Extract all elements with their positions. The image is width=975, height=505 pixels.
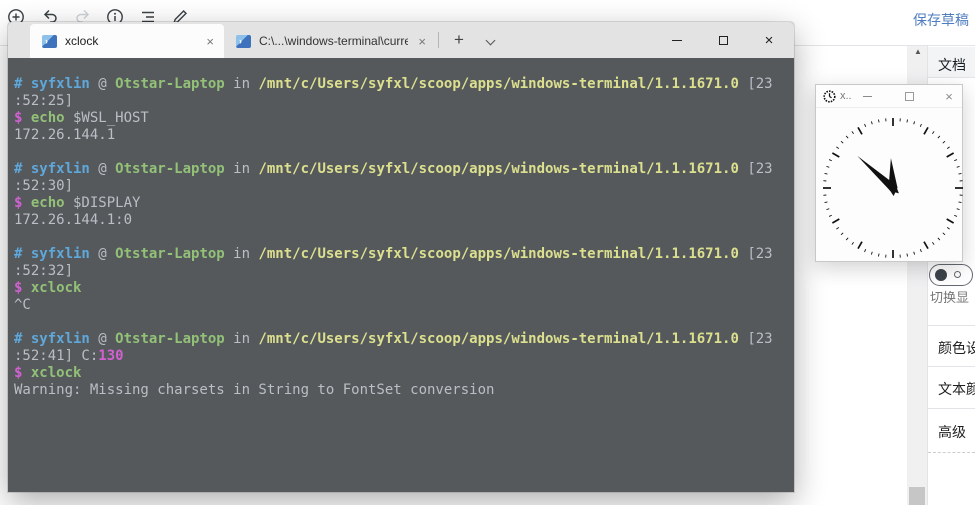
terminal-line: 172.26.144.1:0 (14, 212, 788, 229)
minimize-icon (672, 40, 682, 41)
close-button[interactable]: × (746, 22, 792, 58)
windows-terminal-window: › xclock × › C:\...\windows-terminal\cur… (8, 22, 794, 492)
terminal-line: :52:25] (14, 93, 788, 110)
terminal-line: :52:30] (14, 178, 788, 195)
terminal-block: # syfxlin @ Otstar-Laptop in /mnt/c/User… (14, 331, 788, 399)
terminal-line: # syfxlin @ Otstar-Laptop in /mnt/c/User… (14, 161, 788, 178)
divider (928, 452, 975, 453)
panel-advanced[interactable]: 高级 (938, 422, 966, 442)
terminal-line: 172.26.144.1 (14, 127, 788, 144)
tab-title: xclock (65, 34, 196, 48)
terminal-line: # syfxlin @ Otstar-Laptop in /mnt/c/User… (14, 76, 788, 93)
terminal-line: # syfxlin @ Otstar-Laptop in /mnt/c/User… (14, 331, 788, 348)
terminal-line: $ xclock (14, 280, 788, 297)
tab-close-icon[interactable]: × (196, 34, 224, 49)
terminal-line: $ echo $WSL_HOST (14, 110, 788, 127)
tab-document[interactable]: 文档 (938, 55, 966, 75)
xclock-minimize-button[interactable] (858, 85, 876, 108)
close-icon: × (765, 33, 774, 48)
toggle-dot (935, 269, 947, 281)
tab-dropdown-button[interactable] (478, 26, 504, 54)
tab-xclock[interactable]: › xclock × (30, 24, 224, 58)
tab-divider (438, 32, 439, 48)
terminal-line: ^C (14, 297, 788, 314)
terminal-icon: › (236, 35, 251, 48)
xclock-title: x.. (840, 90, 852, 102)
terminal-line: # syfxlin @ Otstar-Laptop in /mnt/c/User… (14, 246, 788, 263)
maximize-icon (905, 92, 914, 101)
divider (928, 325, 975, 326)
xclock-titlebar[interactable]: x.. × (816, 85, 962, 108)
xclock-maximize-button[interactable] (900, 85, 918, 108)
terminal-line: :52:41] C:130 (14, 348, 788, 365)
terminal-line: $ echo $DISPLAY (14, 195, 788, 212)
panel-text-color[interactable]: 文本颜 (938, 379, 975, 399)
terminal-block: # syfxlin @ Otstar-Laptop in /mnt/c/User… (14, 76, 788, 144)
xclock-close-icon[interactable]: × (940, 85, 958, 108)
save-draft-link[interactable]: 保存草稿 (913, 10, 969, 30)
terminal-icon: › (42, 35, 57, 48)
scrollbar-thumb[interactable] (909, 487, 925, 505)
tab-title: C:\...\windows-terminal\current (259, 34, 408, 48)
terminal-titlebar[interactable]: › xclock × › C:\...\windows-terminal\cur… (8, 22, 794, 58)
tab-close-icon[interactable]: × (408, 34, 436, 49)
minimize-icon (863, 96, 872, 97)
scrollbar-up-arrow[interactable]: ▲ (912, 46, 924, 58)
maximize-icon (719, 36, 728, 45)
terminal-block: # syfxlin @ Otstar-Laptop in /mnt/c/User… (14, 246, 788, 314)
panel-color-settings[interactable]: 颜色设 (938, 338, 975, 358)
terminal-output[interactable]: # syfxlin @ Otstar-Laptop in /mnt/c/User… (8, 58, 794, 492)
terminal-block: # syfxlin @ Otstar-Laptop in /mnt/c/User… (14, 161, 788, 229)
maximize-button[interactable] (700, 22, 746, 58)
chevron-down-icon (486, 36, 496, 46)
minimize-button[interactable] (654, 22, 700, 58)
xclock-window: x.. × (815, 84, 963, 262)
toggle-caption: 切换显 (930, 287, 969, 306)
new-tab-button[interactable]: + (446, 26, 472, 54)
toggle-ring (954, 271, 961, 278)
xclock-face (816, 108, 964, 262)
terminal-line: Warning: Missing charsets in String to F… (14, 382, 788, 399)
terminal-line: :52:32] (14, 263, 788, 280)
divider (928, 366, 975, 367)
tab-windows-terminal-current[interactable]: › C:\...\windows-terminal\current × (224, 24, 436, 58)
terminal-line: $ xclock (14, 365, 788, 382)
divider (928, 408, 975, 409)
clock-icon (823, 90, 836, 103)
toggle-switch[interactable] (929, 264, 973, 286)
